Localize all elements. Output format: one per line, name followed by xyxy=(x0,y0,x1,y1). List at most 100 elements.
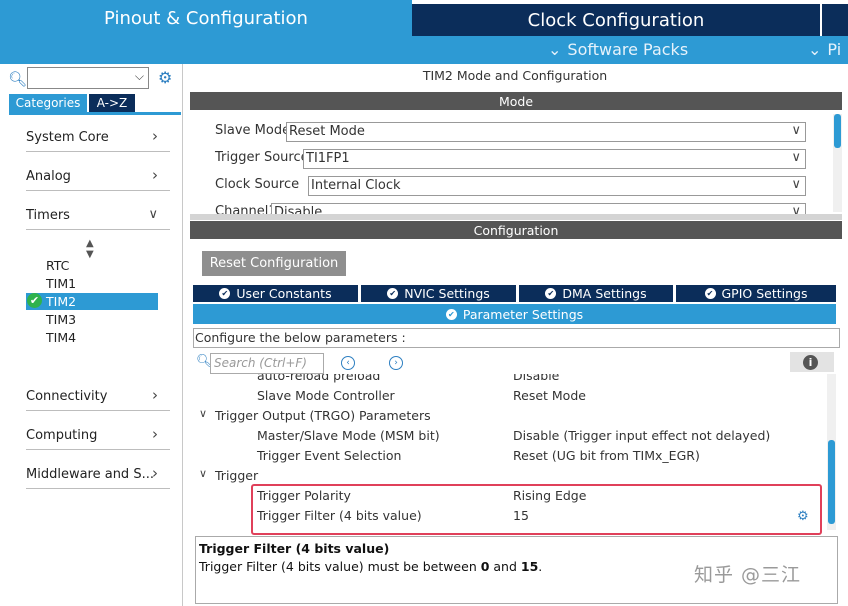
pinout-menu[interactable]: ⌄ Pi xyxy=(808,40,841,59)
param-value: Reset Mode xyxy=(513,388,586,403)
tab-label: NVIC Settings xyxy=(404,286,490,301)
channel1-label: Channel1 xyxy=(215,204,277,214)
sidebar-item-label: Computing xyxy=(26,428,98,443)
trigger-source-select[interactable]: TI1FP1 ∨ xyxy=(303,149,806,169)
param-key: auto-reload preload xyxy=(257,374,381,383)
tab-label: GPIO Settings xyxy=(721,286,808,301)
software-packs-menu[interactable]: ⌄ Software Packs xyxy=(548,40,688,59)
tab-pinout-label: Pinout & Configuration xyxy=(104,7,308,29)
parameter-search-input[interactable]: Search (Ctrl+F) xyxy=(210,353,324,374)
parameter-scrollbar-thumb[interactable] xyxy=(828,440,835,524)
param-value: Disable xyxy=(513,374,560,383)
gear-icon[interactable]: ⚙ xyxy=(158,68,172,87)
tab-label: DMA Settings xyxy=(562,286,647,301)
param-row[interactable]: Slave Mode Controller Reset Mode xyxy=(193,386,826,406)
check-icon: ✔ xyxy=(219,288,231,299)
slave-mode-value: Reset Mode xyxy=(289,124,365,139)
tab-pinout-configuration[interactable]: Pinout & Configuration xyxy=(0,0,412,36)
chevron-down-icon[interactable]: ∨ xyxy=(199,407,207,420)
trigger-source-value: TI1FP1 xyxy=(306,151,350,166)
tab-overflow[interactable] xyxy=(820,4,848,36)
timer-item-rtc[interactable]: RTC xyxy=(46,258,69,273)
tab-dma-settings[interactable]: ✔ DMA Settings xyxy=(519,285,673,302)
chevron-right-icon: › xyxy=(152,425,158,443)
slave-mode-select[interactable]: Reset Mode ∨ xyxy=(286,122,806,142)
category-search-input[interactable]: ⌵ xyxy=(27,67,149,89)
configure-hint: Configure the below parameters : xyxy=(193,328,840,348)
chevron-down-icon: ∨ xyxy=(148,207,158,222)
chevron-down-icon: ∨ xyxy=(791,123,801,138)
check-icon: ✔ xyxy=(445,308,457,320)
timer-item-tim1[interactable]: TIM1 xyxy=(46,276,76,291)
tab-label: Parameter Settings xyxy=(462,306,584,322)
sidebar-item-timers[interactable]: Timers ∨ xyxy=(26,205,170,230)
tab-a-z[interactable]: A->Z xyxy=(89,94,135,112)
clock-source-select[interactable]: Internal Clock ∨ xyxy=(308,176,806,196)
timer-item-tim3[interactable]: TIM3 xyxy=(46,312,76,327)
timer-item-tim4[interactable]: TIM4 xyxy=(46,330,76,345)
watermark: 知乎 @三江 xyxy=(694,564,802,586)
description-text-start: Trigger Filter (4 bits value) must be be… xyxy=(199,559,481,574)
sidebar-item-label: System Core xyxy=(26,130,109,145)
sidebar-item-analog[interactable]: Analog › xyxy=(26,166,170,191)
param-key: Trigger Event Selection xyxy=(257,448,402,463)
search-placeholder: Search (Ctrl+F) xyxy=(214,356,307,370)
tab-gpio-settings[interactable]: ✔ GPIO Settings xyxy=(676,285,836,302)
tab-parameter-settings[interactable]: ✔ Parameter Settings xyxy=(193,304,836,324)
sub-toolbar: ⌄ Software Packs ⌄ Pi xyxy=(0,36,848,64)
timer-item-tim2[interactable]: TIM2 xyxy=(46,294,76,309)
tab-clock-configuration[interactable]: Clock Configuration xyxy=(412,4,820,36)
param-key: Master/Slave Mode (MSM bit) xyxy=(257,428,440,443)
mode-scrollbar-thumb[interactable] xyxy=(834,114,841,148)
sidebar-item-label: Analog xyxy=(26,169,71,184)
pinout-menu-label: Pi xyxy=(827,40,842,59)
sort-icon[interactable]: ▲ ▼ xyxy=(86,238,94,260)
chevron-right-icon: › xyxy=(152,386,158,404)
configuration-header: Configuration xyxy=(190,221,842,239)
gear-icon[interactable]: ⚙ xyxy=(797,509,809,524)
chevron-down-icon: ∨ xyxy=(791,177,801,192)
tab-nvic-settings[interactable]: ✔ NVIC Settings xyxy=(361,285,516,302)
param-group-label: Trigger xyxy=(215,468,259,483)
clock-source-label: Clock Source xyxy=(215,177,300,192)
description-text-mid: and xyxy=(489,559,521,574)
slave-mode-label: Slave Mode xyxy=(215,123,291,138)
sidebar-item-middleware[interactable]: Middleware and S... › xyxy=(26,464,170,489)
param-key: Slave Mode Controller xyxy=(257,388,395,403)
check-icon: ✔ xyxy=(27,293,42,308)
trigger-source-label: Trigger Source xyxy=(215,150,309,165)
param-row[interactable]: Trigger Event Selection Reset (UG bit fr… xyxy=(193,446,826,466)
clock-source-value: Internal Clock xyxy=(311,178,401,193)
param-group-row[interactable]: ∨ Trigger Output (TRGO) Parameters xyxy=(193,406,826,426)
description-text: Trigger Filter (4 bits value) must be be… xyxy=(199,559,542,574)
chevron-right-icon: › xyxy=(152,166,158,184)
description-title: Trigger Filter (4 bits value) xyxy=(199,541,390,556)
chevron-down-icon[interactable]: ⌵ xyxy=(135,69,144,84)
param-group-row[interactable]: ∨ Trigger xyxy=(193,466,826,486)
tab-user-constants[interactable]: ✔ User Constants xyxy=(193,285,358,302)
param-value: Disable (Trigger input effect not delaye… xyxy=(513,428,771,443)
next-result-icon[interactable]: › xyxy=(389,356,403,370)
sidebar-item-system-core[interactable]: System Core › xyxy=(26,127,170,152)
tab-clock-label: Clock Configuration xyxy=(527,9,705,31)
chevron-down-icon: ⌄ xyxy=(548,40,562,59)
sidebar-item-computing[interactable]: Computing › xyxy=(26,425,170,450)
tab-categories[interactable]: Categories xyxy=(9,94,87,112)
check-icon: ✔ xyxy=(387,288,399,299)
description-text-end: . xyxy=(538,559,543,574)
sidebar-item-connectivity[interactable]: Connectivity › xyxy=(26,386,170,411)
panel-splitter[interactable] xyxy=(190,214,842,220)
chevron-down-icon[interactable]: ∨ xyxy=(199,467,207,480)
param-row[interactable]: auto-reload preload Disable xyxy=(193,374,826,386)
check-icon: ✔ xyxy=(704,288,716,299)
highlight-box xyxy=(251,484,822,535)
sidebar-item-label: Connectivity xyxy=(26,389,108,404)
previous-result-icon[interactable]: ‹ xyxy=(341,356,355,370)
chevron-down-icon: ⌄ xyxy=(808,40,822,59)
check-icon: ✔ xyxy=(545,288,557,299)
configure-hint-text: Configure the below parameters : xyxy=(195,330,406,345)
info-icon[interactable]: i xyxy=(803,355,818,370)
chevron-right-icon: › xyxy=(152,127,158,145)
param-row[interactable]: Master/Slave Mode (MSM bit) Disable (Tri… xyxy=(193,426,826,446)
reset-configuration-button[interactable]: Reset Configuration xyxy=(202,251,346,276)
